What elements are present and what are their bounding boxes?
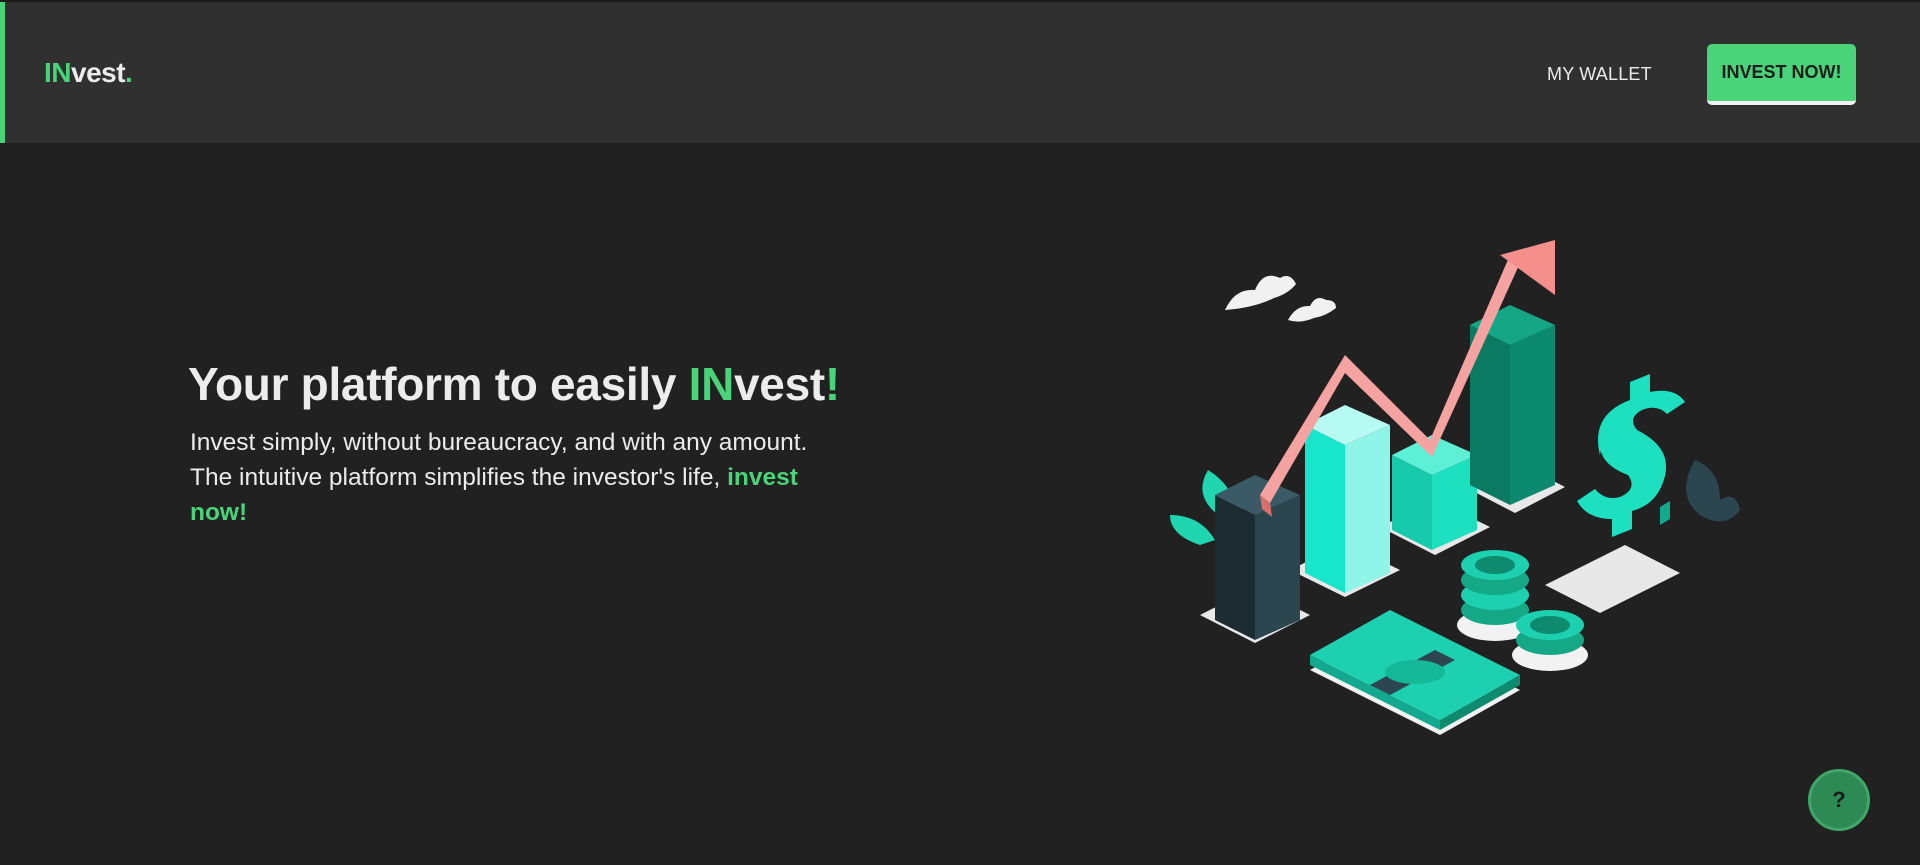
- logo-dot: .: [125, 57, 133, 88]
- hero-title-highlight: IN: [688, 358, 735, 410]
- hero-title-part1: Your platform to easily: [188, 358, 689, 410]
- cloud-icon: [1225, 275, 1336, 322]
- hero-title-part2: vest: [734, 358, 825, 410]
- hero-description-body: Invest simply, without bureaucracy, and …: [190, 429, 808, 491]
- growth-chart-illustration: [1170, 240, 1740, 735]
- hero-title-exclaim: !: [824, 358, 840, 410]
- invest-now-button[interactable]: INVEST NOW!: [1707, 44, 1856, 105]
- my-wallet-link[interactable]: MY WALLET: [1547, 64, 1652, 85]
- logo[interactable]: INvest.: [44, 57, 133, 89]
- hero-description: Invest simply, without bureaucracy, and …: [190, 425, 850, 530]
- top-navbar: INvest. MY WALLET INVEST NOW!: [0, 2, 1920, 143]
- plant-icon: [1686, 460, 1740, 522]
- bar-light: [1305, 405, 1390, 593]
- logo-prefix: IN: [44, 57, 72, 88]
- logo-rest: vest: [71, 57, 126, 88]
- bar-teal: [1392, 435, 1477, 550]
- bar-dark: [1215, 475, 1300, 640]
- hero-title: Your platform to easily INvest!: [188, 357, 840, 411]
- dollar-sign-icon: [1577, 374, 1685, 537]
- coin-stack-icon: [1457, 550, 1588, 671]
- help-button[interactable]: ?: [1808, 769, 1870, 831]
